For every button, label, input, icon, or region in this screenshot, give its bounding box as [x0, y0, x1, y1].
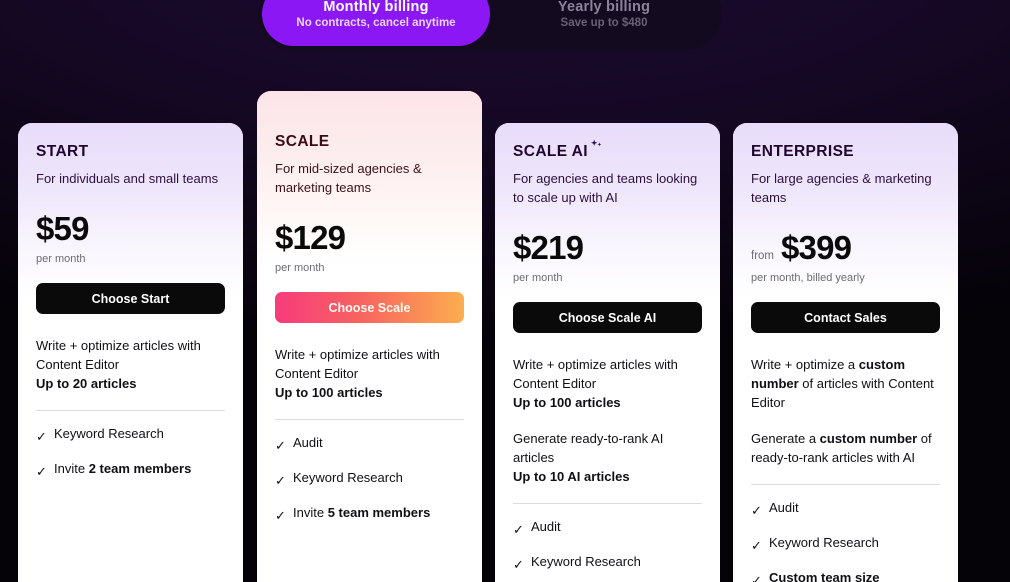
- plan-name-start: START: [36, 143, 89, 160]
- check-icon: ✓: [36, 464, 47, 479]
- feature-block-1: Write + optimize articles with Content E…: [36, 338, 201, 391]
- pricing-card-start: START For individuals and small teams $59 p…: [18, 123, 243, 582]
- check-icon: ✓: [513, 522, 524, 537]
- toggle-yearly-title: Yearly billing: [557, 0, 651, 15]
- plan-description-enterprise: For large agencies & marketing teams: [751, 171, 932, 205]
- pricing-card-scale: MOST POPULARSCALEFor mid-sized agencies …: [257, 91, 482, 582]
- list-item: ✓ Audit: [751, 499, 940, 520]
- list-item: ✓ Invite 2 team members: [36, 460, 225, 481]
- list-item-label: Audit: [293, 435, 323, 450]
- sparkle-icon: [589, 139, 604, 157]
- feature-block-2: Generate a custom number of ready-to-ran…: [751, 431, 932, 465]
- toggle-monthly-title: Monthly billing: [323, 0, 429, 15]
- list-item-label: Keyword Research: [531, 554, 641, 569]
- list-item: ✓ Keyword Research: [275, 469, 464, 490]
- list-item: ✓ Keyword Research: [36, 425, 225, 446]
- feature-divider: [36, 410, 225, 411]
- cta-button-scale-ai[interactable]: Choose Scale AI: [513, 302, 702, 333]
- list-item-label: Keyword Research: [293, 470, 403, 485]
- list-item-label: Invite 2 team members: [54, 461, 192, 476]
- check-icon: ✓: [751, 573, 762, 582]
- list-item-label: Audit: [531, 519, 561, 534]
- toggle-option-monthly[interactable]: Monthly billing No contracts, cancel any…: [262, 0, 490, 46]
- list-item: ✓ Invite 5 team members: [275, 504, 464, 525]
- feature-divider: [513, 503, 702, 504]
- list-item-label: Keyword Research: [54, 426, 164, 441]
- price-row-scale-ai: $219: [513, 229, 702, 267]
- list-item-label: Audit: [769, 500, 799, 515]
- check-icon: ✓: [275, 473, 286, 488]
- check-icon: ✓: [275, 508, 286, 523]
- plan-name-scale: SCALE: [275, 133, 330, 150]
- toggle-option-yearly[interactable]: Yearly billing Save up to $480: [490, 0, 718, 46]
- price-amount: $219: [513, 229, 584, 266]
- check-icon: ✓: [513, 557, 524, 572]
- price-period: per month: [275, 262, 325, 274]
- list-item: ✓ Audit: [275, 434, 464, 455]
- checklist: ✓ Audit ✓ Keyword Research ✓ Invite 5 team me…: [275, 434, 464, 525]
- price-amount: $59: [36, 210, 89, 247]
- feature-divider: [275, 419, 464, 420]
- checklist: ✓Audit✓Keyword Research✓Invite 5 team me…: [513, 518, 702, 582]
- checklist: ✓ Audit ✓ Keyword Research ✓ Custom team size: [751, 499, 940, 582]
- toggle-monthly-subtitle: No contracts, cancel anytime: [296, 17, 456, 29]
- plan-name-scale-ai: SCALE AI: [513, 123, 702, 161]
- cta-button-start[interactable]: Choose Start: [36, 283, 225, 314]
- price-amount: $399: [781, 229, 852, 266]
- pricing-cards: START For individuals and small teams $59 p…: [0, 0, 1010, 582]
- check-icon: ✓: [275, 438, 286, 453]
- price-row-scale: $129: [275, 219, 464, 257]
- check-icon: ✓: [751, 503, 762, 518]
- list-item: ✓ Keyword Research: [751, 534, 940, 555]
- price-period: per month: [36, 253, 86, 265]
- cta-button-scale[interactable]: Choose Scale: [275, 292, 464, 323]
- price-period: per month, billed yearly: [751, 272, 865, 284]
- plan-description-start: For individuals and small teams: [36, 171, 219, 186]
- list-item: ✓ Custom team size: [751, 569, 940, 582]
- plan-description-scale-ai: For agencies and teams looking to scale …: [513, 171, 698, 205]
- pricing-card-enterprise: ENTERPRISE For large agencies & marketing…: [733, 123, 958, 582]
- cta-button-enterprise[interactable]: Contact Sales: [751, 302, 940, 333]
- price-row-start: $59: [36, 210, 225, 248]
- check-icon: ✓: [751, 538, 762, 553]
- feature-block-1: Write + optimize articles with Content E…: [275, 347, 440, 400]
- plan-description-scale: For mid-sized agencies & marketing teams: [275, 161, 422, 195]
- feature-block-1: Write + optimize articles with Content E…: [513, 357, 678, 410]
- pricing-card-scale-ai: SCALE AI For agencies and teams looking t…: [495, 123, 720, 582]
- price-amount: $129: [275, 219, 346, 256]
- pricing-page: Monthly billing No contracts, cancel any…: [0, 0, 1010, 582]
- list-item-label: Keyword Research: [769, 535, 879, 550]
- price-prefix: from: [751, 250, 774, 262]
- list-item: ✓ Keyword Research: [513, 553, 702, 574]
- billing-period-toggle[interactable]: Monthly billing No contracts, cancel any…: [258, 0, 722, 50]
- feature-block-1: Write + optimize a custom number of arti…: [751, 357, 934, 410]
- toggle-yearly-subtitle: Save up to $480: [560, 17, 648, 29]
- list-item-label: Invite 5 team members: [293, 505, 431, 520]
- feature-divider: [751, 484, 940, 485]
- feature-block-2: Generate ready-to-rank AI articles Up to …: [513, 431, 664, 484]
- price-period: per month: [513, 272, 563, 284]
- price-row-enterprise: from $399: [751, 229, 940, 267]
- list-item: ✓ Audit: [513, 518, 702, 539]
- check-icon: ✓: [36, 429, 47, 444]
- plan-name-enterprise: ENTERPRISE: [751, 143, 855, 160]
- checklist: ✓ Keyword Research ✓ Invite 2 team members: [36, 425, 225, 481]
- list-item-label: Custom team size: [769, 570, 880, 582]
